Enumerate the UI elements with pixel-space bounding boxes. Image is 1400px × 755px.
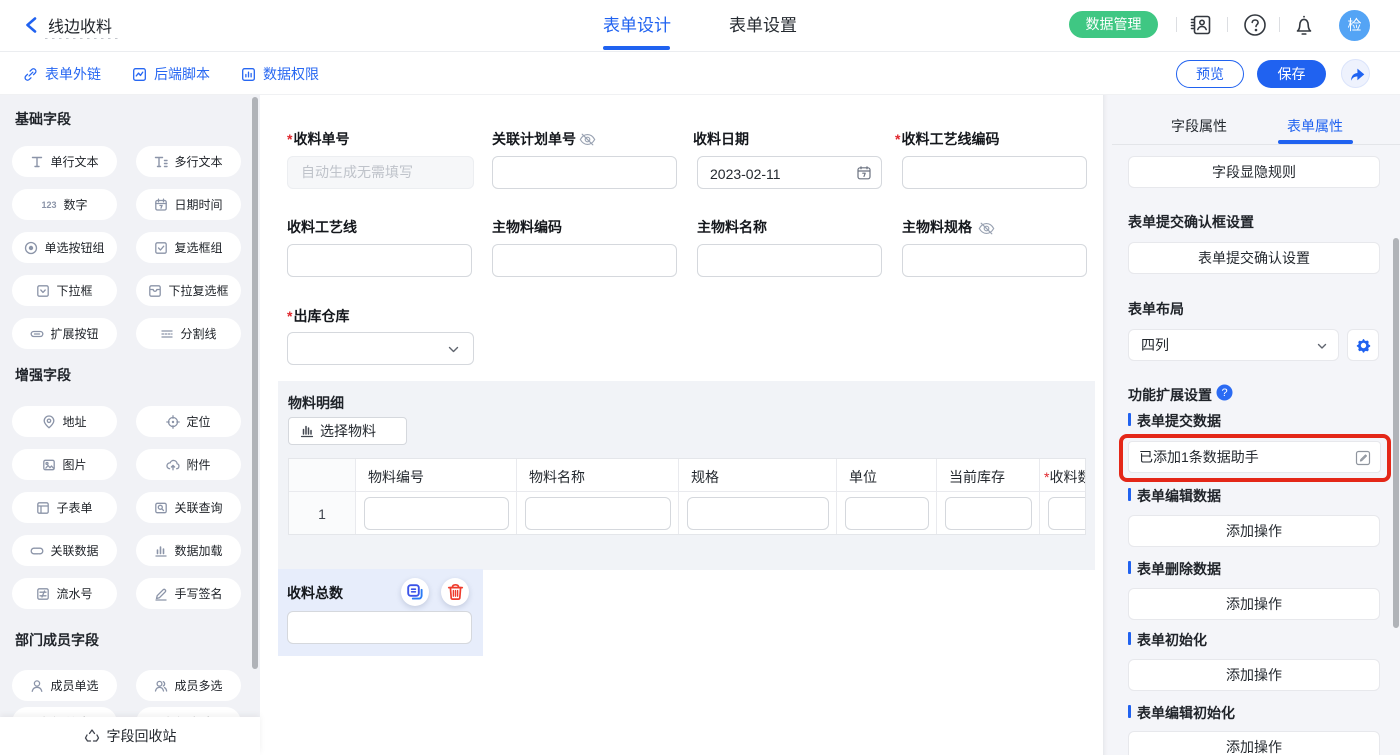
svg-text:?: ? xyxy=(1221,387,1227,399)
